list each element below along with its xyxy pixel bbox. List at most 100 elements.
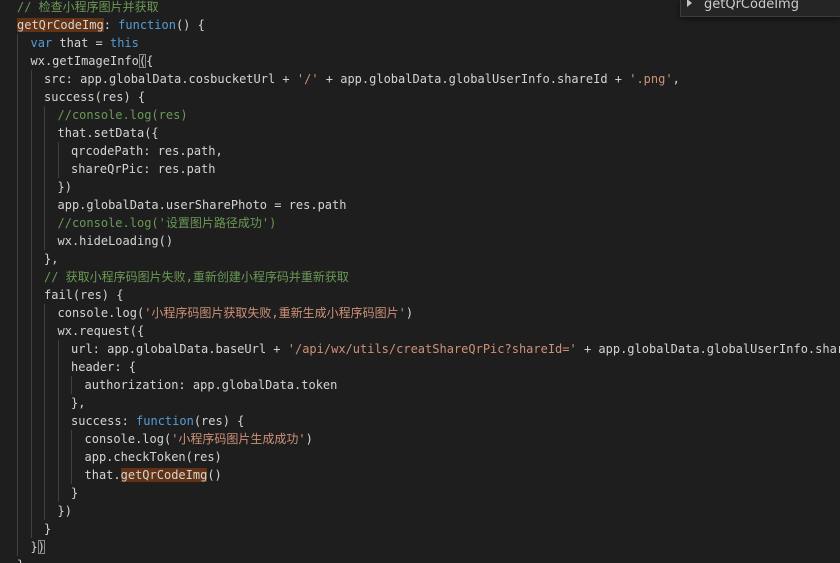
code-token: '小程序码图片生成成功': [171, 432, 306, 446]
code-line-content: src: app.globalData.cosbucketUrl + '/' +…: [44, 70, 680, 88]
code-line-content: },: [44, 250, 58, 268]
code-line[interactable]: // 获取小程序码图片失败,重新创建小程序码并重新获取: [0, 268, 840, 286]
indent-guide: [44, 124, 45, 142]
code-token: // 获取小程序码图片失败,重新创建小程序码并重新获取: [44, 270, 349, 284]
code-lines[interactable]: // 检查小程序图片并获取 getQrCodeImg: function() {v…: [0, 0, 840, 563]
code-line[interactable]: fail(res) {: [0, 286, 840, 304]
code-token: header: {: [71, 360, 137, 374]
code-line-content: }: [71, 484, 78, 502]
code-line-content: url: app.globalData.baseUrl + '/api/wx/u…: [71, 340, 840, 358]
code-line[interactable]: authorization: app.globalData.token: [0, 376, 840, 394]
code-line-content: shareQrPic: res.path: [71, 160, 216, 178]
code-line[interactable]: }): [0, 178, 840, 196]
code-token: '.png': [629, 72, 673, 86]
code-token: }: [30, 540, 38, 554]
code-line[interactable]: console.log('小程序码图片获取失败,重新生成小程序码图片'): [0, 304, 840, 322]
code-line[interactable]: wx.request({: [0, 322, 840, 340]
indent-guide: [30, 178, 32, 196]
code-token: wx.getImageInfo: [30, 54, 139, 68]
indent-guide: [44, 358, 45, 376]
indent-guide: [30, 466, 32, 484]
indent-guide: [44, 394, 45, 412]
indent-guide: [57, 466, 59, 484]
code-token: },: [44, 252, 59, 266]
code-line[interactable]: }): [0, 538, 840, 556]
code-line[interactable]: }): [0, 502, 840, 520]
indent-guide: [71, 466, 72, 484]
code-line-content: }): [31, 538, 45, 556]
code-token: () {: [175, 18, 205, 32]
indent-guide: [30, 106, 32, 124]
code-line[interactable]: console.log('小程序码图片生成成功'): [0, 430, 840, 448]
indent-guide: [71, 376, 72, 394]
indent-guide: [17, 340, 18, 358]
indent-guide: [17, 358, 18, 376]
code-line[interactable]: },: [0, 394, 840, 412]
indent-guide: [44, 430, 45, 448]
code-line[interactable]: that.setData({: [0, 124, 840, 142]
code-editor[interactable]: // 检查小程序图片并获取 getQrCodeImg: function() {v…: [0, 0, 840, 563]
code-token: }: [44, 522, 52, 536]
code-token: authorization: app.globalData.token: [84, 378, 338, 392]
indent-guide: [44, 412, 45, 430]
code-token: function: [118, 18, 176, 32]
code-line[interactable]: app.globalData.userSharePhoto = res.path: [0, 196, 840, 214]
code-token: qrcodePath: res.path,: [71, 144, 223, 158]
outline-widget[interactable]: getQrCodeImg: [680, 0, 840, 17]
code-token: getQrCodeImg: [120, 468, 208, 482]
code-line[interactable]: },: [0, 556, 840, 563]
indent-guide: [44, 232, 45, 250]
code-line[interactable]: header: {: [0, 358, 840, 376]
code-token: ): [305, 432, 313, 446]
indent-guide: [30, 214, 32, 232]
code-line-content: console.log('小程序码图片生成成功'): [85, 430, 313, 448]
indent-guide: [30, 430, 32, 448]
code-line[interactable]: url: app.globalData.baseUrl + '/api/wx/u…: [0, 340, 840, 358]
indent-guide: [17, 106, 18, 124]
code-line-content: wx.hideLoading(): [58, 232, 174, 250]
code-line-content: var that = this: [31, 34, 139, 52]
code-line[interactable]: var that = this: [0, 34, 840, 52]
code-line[interactable]: that.getQrCodeImg(): [0, 466, 840, 484]
code-line[interactable]: }: [0, 520, 840, 538]
code-token: '小程序码图片获取失败,重新生成小程序码图片': [144, 306, 406, 320]
code-line[interactable]: getQrCodeImg: function() {: [0, 16, 840, 34]
code-token: ): [37, 540, 45, 554]
indent-guide: [17, 52, 18, 70]
code-line-content: }): [58, 178, 72, 196]
indent-guide: [17, 88, 18, 106]
code-line[interactable]: wx.hideLoading(): [0, 232, 840, 250]
code-line[interactable]: app.checkToken(res): [0, 448, 840, 466]
indent-guide: [30, 502, 32, 520]
code-token: function: [136, 414, 194, 428]
outline-item[interactable]: getQrCodeImg: [687, 0, 799, 14]
code-line[interactable]: qrcodePath: res.path,: [0, 142, 840, 160]
code-line[interactable]: //console.log(res): [0, 106, 840, 124]
code-line[interactable]: //console.log('设置图片路径成功'): [0, 214, 840, 232]
indent-guide: [57, 412, 59, 430]
code-line-content: fail(res) {: [44, 286, 123, 304]
indent-guide: [44, 484, 45, 502]
code-line-content: that.getQrCodeImg(): [85, 466, 222, 484]
code-line[interactable]: success: function(res) {: [0, 412, 840, 430]
code-token: that.setData({: [57, 126, 159, 140]
chevron-right-icon[interactable]: [687, 0, 692, 7]
indent-guide: [17, 268, 18, 286]
indent-guide: [30, 268, 32, 286]
code-token: that.: [84, 468, 121, 482]
code-line[interactable]: wx.getImageInfo({: [0, 52, 840, 70]
indent-guide: [71, 430, 72, 448]
code-line-content: that.setData({: [58, 124, 159, 142]
code-token: console.log(: [84, 432, 172, 446]
code-token: wx.request({: [57, 324, 145, 338]
code-token: // 检查小程序图片并获取: [17, 0, 159, 14]
code-line[interactable]: },: [0, 250, 840, 268]
code-line[interactable]: shareQrPic: res.path: [0, 160, 840, 178]
indent-guide: [30, 358, 32, 376]
code-line[interactable]: }: [0, 484, 840, 502]
indent-guide: [30, 394, 32, 412]
indent-guide: [30, 286, 32, 304]
indent-guide: [17, 502, 18, 520]
code-line[interactable]: success(res) {: [0, 88, 840, 106]
code-line[interactable]: src: app.globalData.cosbucketUrl + '/' +…: [0, 70, 840, 88]
